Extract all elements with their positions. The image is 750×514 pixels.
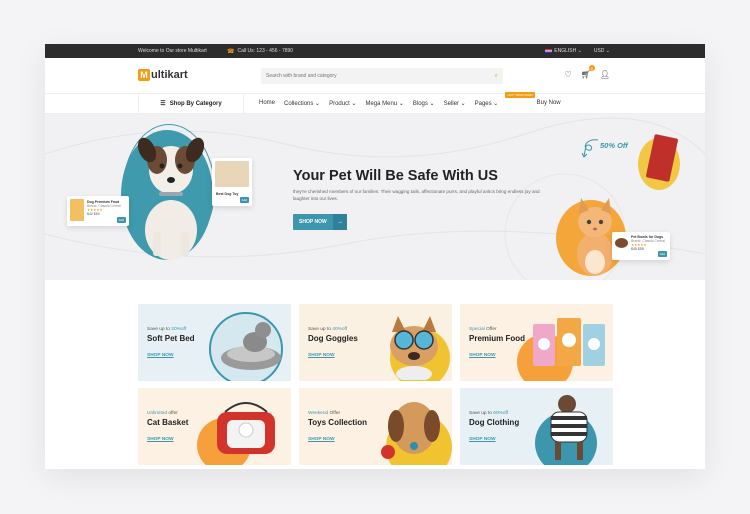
nav-pages[interactable]: Pages ⌄ (475, 100, 499, 107)
menu-icon: ☰ (160, 101, 166, 107)
add-button[interactable]: Add (116, 217, 126, 223)
nav-product-label: Product (329, 101, 350, 107)
hero-description: they're cherished members of our familie… (293, 189, 540, 201)
cart-icon: 🛒︎ (580, 70, 591, 79)
category-card-premium-food[interactable]: Special Offer Premium Food SHOP NOW (460, 304, 613, 381)
chevron-down-icon: ⌄ (577, 48, 582, 54)
phone-info: ☎ Call Us: 123 - 456 - 7890 (227, 48, 293, 55)
search-input[interactable] (266, 73, 495, 79)
offer-highlight: Weekend (308, 411, 329, 416)
add-button[interactable]: Add (657, 251, 667, 257)
product-card-pet-bowls[interactable]: Pet Bowls for Dogs Brand: Classic Cereal… (612, 232, 670, 260)
cart-button[interactable]: 🛒︎ 0 (580, 65, 595, 79)
language-select[interactable]: ENGLISH ⌄ (545, 48, 582, 54)
user-icon[interactable]: 👤︎ (600, 70, 610, 79)
nav-mega-menu-label: Mega Menu (365, 101, 398, 107)
product-card-dog-toy[interactable]: Best Dog Toy Add (212, 158, 252, 206)
nav-buy-now[interactable]: HOT ITEM/OFFERBuy Now (505, 92, 561, 107)
nav-blogs[interactable]: Blogs ⌄ (413, 100, 435, 107)
offer-prefix: Save up to (469, 411, 494, 416)
category-shop-now-link[interactable]: SHOP NOW (308, 353, 335, 358)
dog-clothing-image (550, 395, 588, 460)
welcome-text: Welcome to Our store Multikart (138, 48, 207, 54)
category-shop-now-link[interactable]: SHOP NOW (469, 353, 496, 358)
hero-title: Your Pet Will Be Safe With US (293, 168, 498, 184)
offer-suffix: offer (167, 411, 178, 416)
card-price: $42 $50 (87, 212, 100, 216)
offer-prefix: Save up to (147, 327, 172, 332)
card-product-name: Best Dog Toy (216, 192, 239, 196)
product-card-dog-food[interactable]: Dog Premium Food Brand: Classic Cereal ★… (67, 196, 129, 226)
category-shop-now-link[interactable]: SHOP NOW (308, 437, 335, 442)
category-shop-now-link[interactable]: SHOP NOW (147, 353, 174, 358)
shop-by-category-button[interactable]: ☰ Shop By Category (138, 93, 244, 114)
nav-product[interactable]: Product ⌄ (329, 100, 356, 107)
category-grid: Save up to 20%off Soft Pet Bed SHOP NOW … (138, 304, 613, 465)
dog-toy-image (381, 402, 440, 459)
top-bar: Welcome to Our store Multikart ☎ Call Us… (45, 44, 705, 58)
category-card-dog-clothing[interactable]: Save up to 60%off Dog Clothing SHOP NOW (460, 388, 613, 465)
logo[interactable]: M ultikart (138, 69, 188, 81)
category-card-cat-basket[interactable]: Unlimited offer Cat Basket SHOP NOW (138, 388, 291, 465)
category-card-soft-pet-bed[interactable]: Save up to 20%off Soft Pet Bed SHOP NOW (138, 304, 291, 381)
main-nav: ☰ Shop By Category Home Collections ⌄ Pr… (45, 92, 705, 114)
add-button[interactable]: Add (239, 197, 249, 203)
offer-suffix: Offer (484, 327, 497, 332)
dog-illustration (137, 137, 205, 260)
us-flag-icon (545, 48, 553, 53)
search-icon[interactable]: ⌕ (495, 73, 498, 80)
cat-basket-image (217, 402, 275, 454)
language-label: ENGLISH (554, 48, 577, 54)
nav-collections[interactable]: Collections ⌄ (284, 100, 320, 107)
shop-by-category-label: Shop By Category (169, 100, 222, 107)
offer-highlight: Special (469, 327, 485, 332)
nav-buy-now-label: Buy Now (536, 100, 561, 106)
nav-blogs-label: Blogs (412, 101, 428, 107)
dog-toy-thumbnail (215, 161, 249, 187)
nav-mega-menu[interactable]: Mega Menu ⌄ (365, 100, 403, 107)
wishlist-heart-icon[interactable]: ♡ (565, 70, 572, 79)
logo-mark: M (138, 69, 150, 81)
category-shop-now-link[interactable]: SHOP NOW (469, 437, 496, 442)
hero-shop-now-label: SHOP NOW (299, 219, 327, 225)
offer-highlight: Unlimited (147, 411, 167, 416)
category-card-toys-collection[interactable]: Weekend Offer Toys Collection SHOP NOW (299, 388, 452, 465)
nav-seller-label: Seller (443, 101, 459, 107)
offer-highlight: 20%off (171, 327, 187, 332)
category-card-dog-goggles[interactable]: Save up to 40%off Dog Goggles SHOP NOW (299, 304, 452, 381)
phone-icon: ☎ (227, 48, 235, 55)
search-bar: ⌕ (261, 68, 503, 84)
arrow-right-icon: → (333, 214, 347, 230)
pet-bed-image (221, 322, 281, 370)
header: M ultikart ⌕ ♡ 🛒︎ 0 👤︎ (45, 58, 705, 94)
nav-home[interactable]: Home (259, 100, 275, 107)
offer-highlight: 60%off (493, 411, 509, 416)
dog-goggles-image (390, 316, 438, 380)
hot-badge: HOT ITEM/OFFER (505, 92, 535, 98)
offer-label: 50% Off (600, 141, 628, 150)
nav-seller[interactable]: Seller ⌄ (444, 100, 466, 107)
pet-bowl-thumbnail (615, 238, 628, 248)
currency-label: USD (593, 48, 605, 54)
header-icons: ♡ 🛒︎ 0 👤︎ (565, 65, 610, 79)
currency-select[interactable]: USD ⌄ (594, 48, 610, 54)
category-shop-now-link[interactable]: SHOP NOW (147, 437, 174, 442)
offer-suffix: Offer (328, 411, 341, 416)
hero-shop-now-button[interactable]: SHOP NOW → (293, 214, 347, 230)
nav-links: Home Collections ⌄ Product ⌄ Mega Menu ⌄… (259, 92, 561, 107)
phone-text: Call Us: 123 - 456 - 7890 (237, 48, 294, 54)
offer-highlight: 40%off (332, 327, 348, 332)
offer-prefix: Save up to (308, 327, 333, 332)
cart-count-badge: 0 (588, 65, 595, 71)
dog-food-thumbnail (70, 199, 84, 221)
hero-banner: Dog Premium Food Brand: Classic Cereal ★… (45, 114, 705, 280)
logo-text: ultikart (151, 69, 188, 81)
nav-pages-label: Pages (474, 101, 492, 107)
nav-collections-label: Collections (284, 101, 314, 107)
premium-food-bags-image (533, 318, 605, 366)
chevron-down-icon: ⌄ (605, 48, 610, 54)
topbar-right: ENGLISH ⌄ USD ⌄ (545, 48, 610, 54)
browser-page: Welcome to Our store Multikart ☎ Call Us… (45, 44, 705, 469)
